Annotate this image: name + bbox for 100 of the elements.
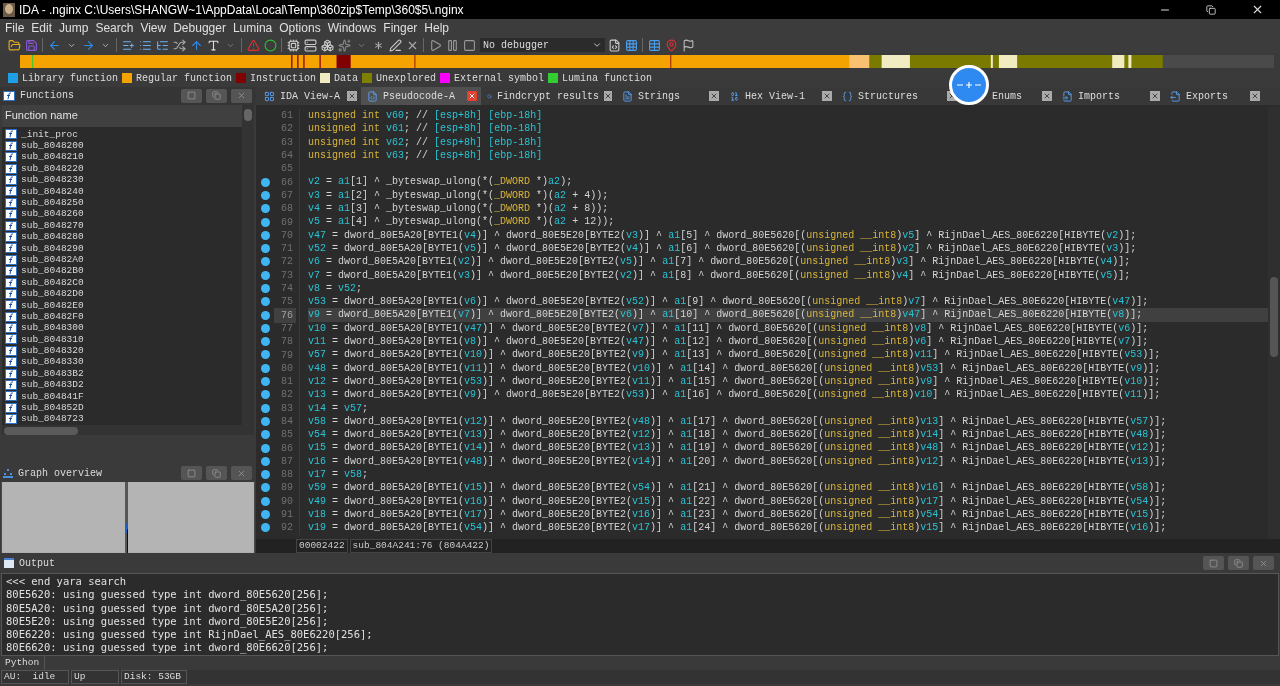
function-item[interactable]: sub_804841F bbox=[21, 391, 84, 402]
boxes-icon[interactable] bbox=[319, 37, 335, 53]
stop-icon[interactable] bbox=[461, 37, 477, 53]
python-tab[interactable]: Python bbox=[0, 656, 46, 670]
function-item[interactable]: sub_8048320 bbox=[21, 346, 84, 356]
code-line: v8 = v52; bbox=[308, 281, 364, 296]
column-header[interactable]: Function name bbox=[2, 104, 242, 127]
save-icon[interactable] bbox=[23, 37, 39, 53]
close-tab-button[interactable] bbox=[709, 91, 719, 101]
menu-item[interactable]: Search bbox=[92, 19, 137, 37]
close-tab-button[interactable] bbox=[467, 91, 477, 101]
function-item[interactable]: sub_8048300 bbox=[21, 323, 84, 333]
close-tab-button[interactable] bbox=[604, 91, 612, 101]
scrollbar-thumb[interactable] bbox=[244, 108, 252, 121]
function-icon bbox=[5, 357, 17, 368]
legend-label: External symbol bbox=[454, 71, 545, 86]
menu-item[interactable]: Help bbox=[421, 19, 453, 37]
line-number: 88 bbox=[280, 468, 294, 483]
scrollbar-thumb[interactable] bbox=[1270, 277, 1278, 357]
close-tab-button[interactable] bbox=[1150, 91, 1160, 101]
function-item[interactable]: sub_8048210 bbox=[21, 152, 84, 162]
sparkle-icon[interactable] bbox=[336, 37, 352, 53]
function-item[interactable]: sub_8048310 bbox=[21, 334, 84, 345]
line-number: 64 bbox=[280, 149, 294, 164]
menu-item[interactable]: Finger bbox=[380, 19, 421, 37]
scrollbar-thumb[interactable] bbox=[4, 426, 78, 435]
close-tab-button[interactable] bbox=[1250, 91, 1260, 101]
close-icon bbox=[1151, 92, 1159, 100]
menu-item[interactable]: Windows bbox=[324, 19, 380, 37]
function-item[interactable]: sub_8048290 bbox=[21, 243, 84, 254]
function-item[interactable]: sub_80483D2 bbox=[21, 380, 84, 390]
server-icon[interactable] bbox=[302, 37, 318, 53]
close-tab-button[interactable] bbox=[347, 91, 357, 101]
function-item[interactable]: sub_8048230 bbox=[21, 175, 84, 185]
tab-label: Imports bbox=[1078, 89, 1120, 104]
function-icon bbox=[5, 266, 17, 277]
maximize-button[interactable] bbox=[181, 466, 202, 481]
code-line: v49 = dword_80E5A20[BYTE1(v16)] ^ dword_80E5E20[BYTE2(v15)] ^ a1[22] ^ dword_80E5620[(unsigned __int8)v17] ^ RijnDael_AES_80E6220[HIBYTE(v54)]; bbox=[308, 494, 1168, 508]
function-item[interactable]: sub_80482C0 bbox=[21, 277, 84, 288]
menu-item[interactable]: Debugger bbox=[170, 19, 229, 37]
menu-item[interactable]: View bbox=[137, 19, 170, 37]
import-icon bbox=[1062, 90, 1073, 102]
navigation-band[interactable] bbox=[20, 54, 1274, 68]
close-tab-button[interactable] bbox=[1042, 91, 1052, 101]
function-item[interactable]: sub_80482F0 bbox=[21, 311, 84, 322]
function-item[interactable]: sub_80482B0 bbox=[21, 266, 84, 276]
function-item[interactable]: sub_8048330 bbox=[21, 357, 84, 367]
menu-item[interactable]: Jump bbox=[56, 19, 92, 37]
pen-icon[interactable] bbox=[387, 37, 403, 53]
menu-item[interactable]: Lumina bbox=[229, 19, 276, 37]
binary-icon bbox=[729, 90, 740, 102]
maximize-button[interactable] bbox=[181, 88, 202, 103]
function-item[interactable]: sub_8048270 bbox=[21, 220, 84, 231]
code-line: v14 = v57; bbox=[308, 401, 370, 415]
function-item[interactable]: sub_80482A0 bbox=[21, 254, 84, 265]
code-line: v2 = a1[1] ^ _byteswap_ulong(*(_DWORD *)a2); bbox=[308, 175, 574, 189]
function-item[interactable]: sub_80482E0 bbox=[21, 300, 84, 311]
function-item[interactable]: sub_8048280 bbox=[21, 232, 84, 242]
menu-item[interactable]: Edit bbox=[28, 19, 56, 37]
function-item[interactable]: sub_80482D0 bbox=[21, 289, 84, 299]
function-item[interactable]: sub_804852D bbox=[21, 403, 84, 413]
function-icon bbox=[5, 323, 17, 334]
line-number: 70 bbox=[280, 228, 294, 243]
float-button[interactable] bbox=[206, 88, 227, 103]
line-number: 62 bbox=[280, 122, 294, 137]
function-icon bbox=[5, 243, 17, 254]
close-button[interactable] bbox=[231, 88, 252, 103]
menu-item[interactable]: File bbox=[2, 19, 28, 37]
function-item[interactable]: _init_proc bbox=[21, 129, 78, 140]
function-icon bbox=[5, 140, 17, 151]
function-item[interactable]: sub_8048200 bbox=[21, 141, 84, 151]
code-line: v59 = dword_80E5A20[BYTE1(v15)] ^ dword_80E5E20[BYTE2(v54)] ^ a1[21] ^ dword_80E5620[(unsigned __int8)v16] ^ RijnDael_AES_80E6220[HIBYTE(v58)]; bbox=[308, 481, 1168, 495]
folder-icon[interactable] bbox=[6, 37, 22, 53]
close-tab-button[interactable] bbox=[822, 91, 832, 101]
legend-label: Library function bbox=[22, 71, 118, 86]
grid-icon[interactable] bbox=[623, 37, 639, 53]
function-item[interactable]: sub_8048250 bbox=[21, 198, 84, 208]
shuffle-icon[interactable] bbox=[171, 37, 187, 53]
function-item[interactable]: sub_8048240 bbox=[21, 186, 84, 197]
function-item[interactable]: sub_80483B2 bbox=[21, 368, 84, 379]
graph-overview-drawing[interactable] bbox=[0, 482, 256, 553]
function-item[interactable]: sub_8048723 bbox=[21, 414, 84, 424]
chip-icon[interactable] bbox=[285, 37, 301, 53]
debugger-select[interactable]: No debugger bbox=[480, 38, 605, 52]
tab[interactable]: Pseudocode-A bbox=[361, 87, 481, 105]
output-line: 80E6220: using guessed type int RijnDael_AES_80E6220[256]; bbox=[6, 628, 374, 642]
code-line: v13 = dword_80E5A20[BYTE1(v9)] ^ dword_80E5E20[BYTE2(v53)] ^ a1[16] ^ dword_80E5620[(unsigned __int8)v10] ^ RijnDael_AES_80E6220[HIBYTE(v11)]; bbox=[308, 388, 1162, 402]
close-button[interactable] bbox=[231, 466, 252, 481]
warning-icon[interactable] bbox=[245, 37, 261, 53]
circle-icon[interactable] bbox=[262, 37, 278, 53]
menu-item[interactable]: Options bbox=[276, 19, 324, 37]
code-line: v17 = v58; bbox=[308, 468, 370, 482]
function-icon bbox=[5, 152, 17, 163]
table-icon[interactable] bbox=[646, 37, 662, 53]
tab-label: Findcrypt results bbox=[496, 89, 599, 104]
function-item[interactable]: sub_8048260 bbox=[21, 209, 84, 219]
function-item[interactable]: sub_8048220 bbox=[21, 163, 84, 174]
function-icon bbox=[5, 163, 17, 174]
float-button[interactable] bbox=[206, 466, 227, 481]
status-field: sub_804A241:76 (804A422) bbox=[349, 539, 493, 553]
